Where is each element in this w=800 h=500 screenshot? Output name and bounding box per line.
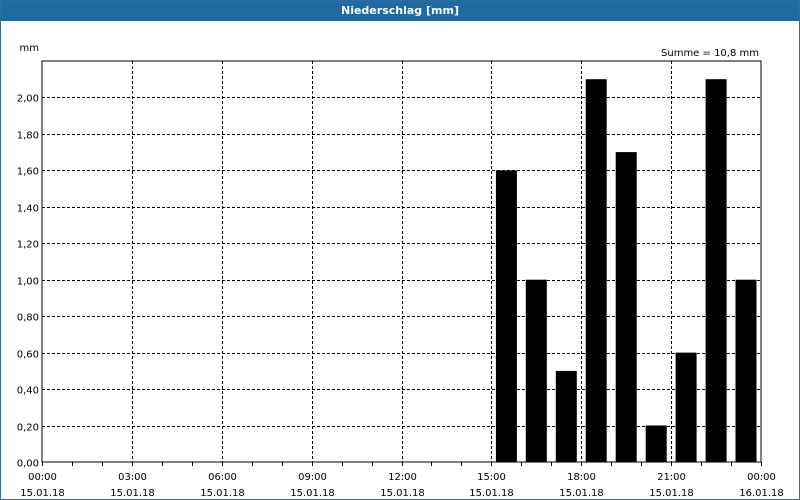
x-tick-date: 15.01.18 — [20, 488, 65, 499]
x-tick-time: 00:00 — [747, 472, 776, 483]
y-axis-label: mm — [20, 43, 39, 54]
x-tick-date: 16.01.18 — [739, 488, 784, 499]
y-tick-label: 0,80 — [17, 313, 39, 324]
x-tick-date: 15.01.18 — [110, 488, 155, 499]
x-tick-date: 15.01.18 — [290, 488, 335, 499]
x-tick-time: 00:00 — [28, 472, 57, 483]
bar — [615, 152, 637, 462]
precipitation-chart: 0,00 0,20 0,40 0,60 0,80 1,00 1,20 1,40 1,60 1,80… — [17, 43, 784, 499]
x-tick-time: 12:00 — [388, 472, 417, 483]
y-tick-label: 1,00 — [17, 277, 39, 288]
x-tick-time: 15:00 — [477, 472, 506, 483]
x-tick-date: 15.01.18 — [559, 488, 604, 499]
y-tick-label: 0,40 — [17, 386, 39, 397]
bar — [525, 279, 547, 462]
y-tick-label: 2,00 — [17, 94, 39, 105]
y-tick-label: 1,60 — [17, 167, 39, 178]
x-tick-time: 21:00 — [657, 472, 686, 483]
plot-area — [41, 60, 762, 463]
x-tick-time: 18:00 — [567, 472, 596, 483]
x-tick-date: 15.01.18 — [649, 488, 694, 499]
y-tick-label: 0,60 — [17, 350, 39, 361]
bar — [705, 79, 727, 462]
x-tick-date: 15.01.18 — [380, 488, 425, 499]
chart-title: Niederschlag [mm] — [1, 1, 799, 21]
bar — [495, 170, 517, 462]
bar — [645, 425, 667, 462]
y-tick-label: 1,40 — [17, 204, 39, 215]
x-tick-date: 15.01.18 — [469, 488, 514, 499]
x-tick-time: 06:00 — [208, 472, 237, 483]
sum-annotation: Summe = 10,8 mm — [661, 48, 759, 59]
x-tick-date: 15.01.18 — [200, 488, 245, 499]
bar — [675, 352, 697, 462]
y-tick-label: 1,20 — [17, 240, 39, 251]
bar — [555, 370, 577, 462]
bar — [585, 79, 607, 462]
y-tick-label: 0,00 — [17, 459, 39, 470]
y-tick-label: 1,80 — [17, 131, 39, 142]
x-tick-time: 09:00 — [298, 472, 327, 483]
y-tick-label: 0,20 — [17, 423, 39, 434]
bar — [735, 279, 757, 462]
x-tick-time: 03:00 — [118, 472, 147, 483]
chart-window: Niederschlag [mm] 0,00 0,20 0,40 0,60 0,80 1,… — [0, 0, 800, 500]
